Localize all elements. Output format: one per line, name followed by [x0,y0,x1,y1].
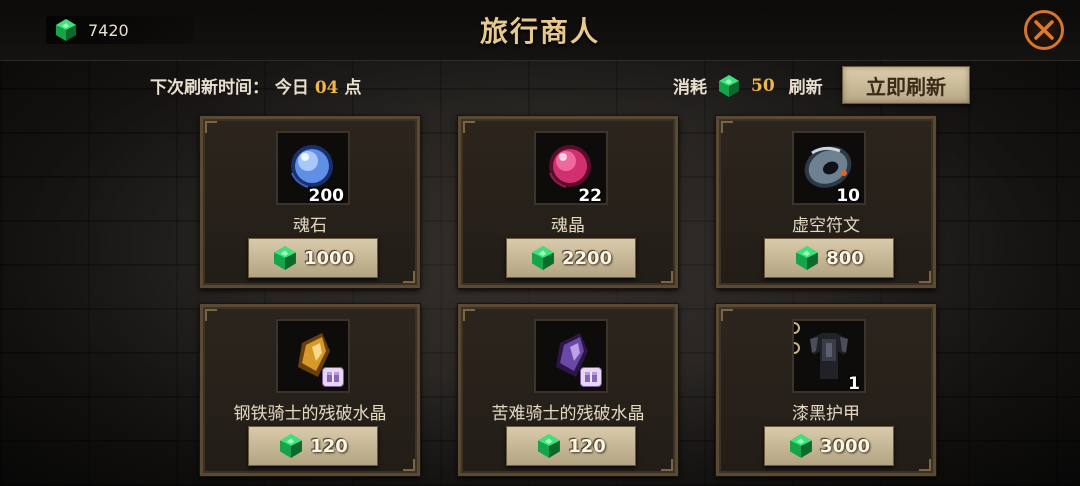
cost-action: 刷新 [788,78,823,98]
buy-button[interactable]: 120 [248,426,378,466]
buy-button[interactable]: 120 [506,426,636,466]
shop-item-card[interactable]: 苦难骑士的残破水晶 120 [457,303,679,477]
box-icon [327,372,339,382]
item-slot: 10 [792,131,866,206]
item-price: 120 [568,435,606,457]
item-name: 虚空符文 [792,216,860,236]
buy-button[interactable]: 3000 [764,426,894,466]
item-quantity: 1 [848,374,860,394]
page-title: 旅行商人 [479,15,600,48]
refresh-day: 今日 [274,78,309,98]
item-slot [276,319,350,393]
item-slot [534,319,608,393]
buy-button[interactable]: 800 [764,238,894,278]
item-name: 钢铁骑士的残破水晶 [233,404,387,424]
cost-amount: 50 [751,75,775,96]
item-name: 苦难骑士的残破水晶 [491,404,645,424]
item-price: 3000 [819,435,871,457]
item-slot: 22 [534,131,608,206]
gem-icon [536,433,562,459]
gem-icon [717,74,741,98]
box-icon [585,372,597,382]
buy-button[interactable]: 1000 [248,238,378,278]
item-price: 1000 [303,247,355,269]
top-bar: 7420 旅行商人 [0,0,1080,61]
close-button[interactable] [1024,10,1064,50]
shop-item-card[interactable]: 200 魂石 1000 [199,115,421,289]
gem-icon [272,245,298,271]
item-quantity: 22 [578,186,602,206]
gem-icon [530,245,556,271]
item-price: 120 [310,435,348,457]
gem-icon [788,433,814,459]
gem-icon [794,245,820,271]
gem-icon [278,433,304,459]
refresh-label: 下次刷新时间： [150,78,269,98]
shop-item-card[interactable]: 1 漆黑护甲 3000 [715,303,937,477]
next-refresh-time: 下次刷新时间： 今日 04 点 [150,73,361,98]
item-slot: 1 [788,319,866,394]
item-name: 魂晶 [551,216,585,236]
item-slot: 200 [276,131,350,206]
set-item-badge [580,367,602,387]
shop-item-card[interactable]: 钢铁骑士的残破水晶 120 [199,303,421,477]
refresh-hour-suffix: 点 [344,78,362,98]
cost-label: 消耗 [673,78,707,98]
shop-item-card[interactable]: 10 虚空符文 800 [715,115,937,289]
item-price: 2200 [561,247,613,269]
close-icon [1034,20,1054,40]
item-name: 魂石 [293,216,327,236]
item-quantity: 10 [836,186,860,206]
shop-item-card[interactable]: 22 魂晶 2200 [457,115,679,289]
set-item-badge [322,367,344,387]
refresh-cost: 消耗 50 刷新 [673,73,823,98]
refresh-now-button[interactable]: 立即刷新 [842,66,970,104]
item-name: 漆黑护甲 [792,404,860,424]
item-price: 800 [826,247,864,269]
buy-button[interactable]: 2200 [506,238,636,278]
refresh-hour: 04 [314,78,339,98]
item-quantity: 200 [308,186,345,206]
